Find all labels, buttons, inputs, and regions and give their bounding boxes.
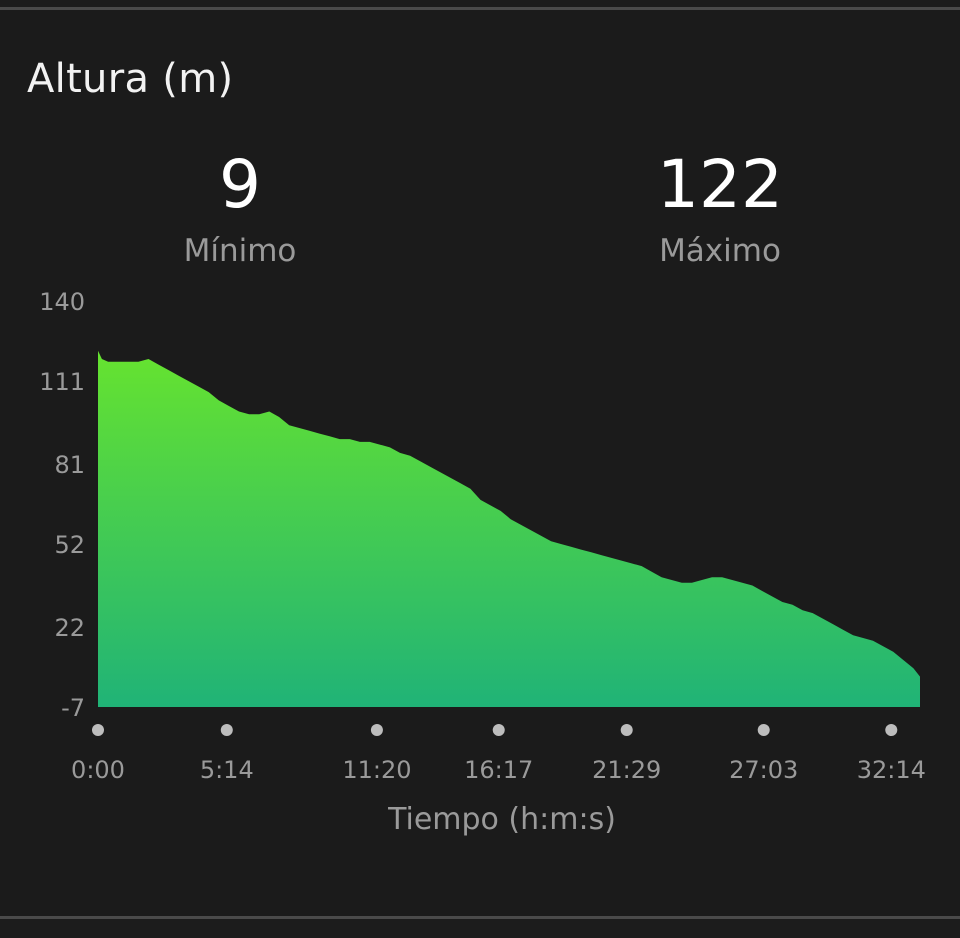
y-tick-label: 52 [54, 531, 85, 559]
x-tick-label: 16:17 [464, 756, 533, 784]
y-tick-label: 111 [39, 368, 85, 396]
x-tick-dot [370, 724, 383, 736]
y-tick-label: 81 [54, 451, 85, 479]
x-tick-dot [92, 724, 104, 736]
x-tick-dot [620, 724, 633, 736]
x-axis-title: Tiempo (h:m:s) [387, 802, 616, 837]
x-tick-label: 0:00 [71, 756, 125, 784]
x-tick-label: 21:29 [592, 756, 661, 784]
x-tick-dot [220, 724, 233, 736]
x-tick-label: 11:20 [342, 756, 411, 784]
y-tick-label: 140 [39, 288, 85, 316]
x-axis: 0:00 5:14 11:20 16:17 21:29 27:03 32:14 [71, 724, 926, 784]
x-tick-label: 27:03 [729, 756, 798, 784]
x-tick-dot [492, 724, 505, 736]
y-tick-label: 22 [54, 614, 85, 642]
area-layer [98, 350, 920, 707]
y-tick-label: -7 [61, 694, 85, 722]
x-tick-dot [885, 724, 898, 736]
x-tick-dot [757, 724, 770, 736]
altitude-area [98, 350, 920, 707]
altitude-chart: 140 111 81 52 22 -7 0:00 5:14 11:20 16:17 21:29 27… [39, 288, 926, 837]
y-axis: 140 111 81 52 22 -7 [39, 288, 85, 722]
x-tick-label: 5:14 [200, 756, 254, 784]
x-tick-label: 32:14 [857, 756, 926, 784]
